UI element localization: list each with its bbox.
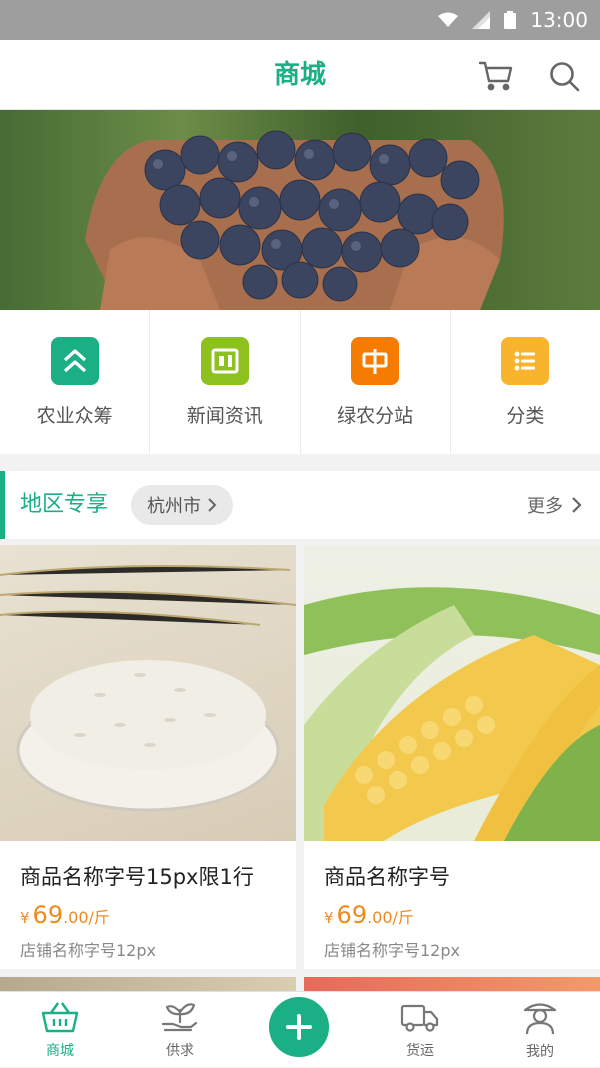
section-accent-bar — [0, 471, 5, 539]
shop-name: 店铺名称字号12px — [20, 941, 156, 960]
crowdfunding-icon — [50, 336, 99, 385]
price-decimal-unit: .00/斤 — [63, 908, 110, 927]
price-decimal-unit: .00/斤 — [367, 908, 414, 927]
more-label: 更多 — [527, 496, 563, 517]
wifi-icon — [438, 12, 459, 28]
clock-time: 13:00 — [530, 8, 588, 32]
category-icon — [501, 336, 550, 385]
quick-entry-substation[interactable]: 绿农分站 — [301, 310, 451, 454]
farmer-icon — [521, 999, 559, 1035]
product-card[interactable]: 商品名称字号15px限1行 ¥ 69 .00/斤 店铺名称字号12px — [0, 545, 296, 969]
quick-entry-label: 绿农分站 — [337, 404, 414, 427]
substation-icon — [351, 336, 400, 385]
city-label: 杭州市 — [147, 496, 201, 517]
cart-icon[interactable] — [478, 60, 514, 92]
chevron-right-icon — [571, 496, 582, 514]
tab-mall[interactable]: 商城 — [0, 992, 120, 1068]
publish-button[interactable] — [266, 994, 332, 1060]
quick-entry-label: 新闻资讯 — [186, 404, 263, 427]
tab-mine[interactable]: 我的 — [480, 992, 600, 1068]
plant-hand-icon — [161, 1000, 199, 1034]
shop-name: 店铺名称字号12px — [324, 941, 460, 960]
city-selector[interactable]: 杭州市 — [131, 485, 233, 525]
tab-label: 货运 — [406, 1043, 434, 1059]
price-currency: ¥ — [20, 909, 30, 927]
top-nav: 商城 — [0, 40, 600, 110]
product-image-rice — [0, 545, 296, 841]
tab-freight[interactable]: 货运 — [360, 992, 480, 1068]
product-card[interactable]: 商品名称字号 ¥ 69 .00/斤 店铺名称字号12px — [304, 545, 600, 969]
status-bar: 13:00 — [0, 0, 600, 40]
quick-entry-label: 农业众筹 — [36, 404, 113, 427]
banner-grapes-image[interactable] — [0, 110, 600, 310]
battery-icon — [504, 11, 517, 29]
tab-supply-demand[interactable]: 供求 — [120, 992, 240, 1068]
region-title: 地区专享 — [20, 492, 109, 517]
product-price: ¥ 69 .00/斤 — [324, 901, 414, 929]
product-price: ¥ 69 .00/斤 — [20, 901, 110, 929]
more-link[interactable]: 更多 — [527, 471, 582, 539]
news-icon — [200, 336, 249, 385]
search-icon[interactable] — [548, 60, 580, 92]
truck-icon — [400, 1000, 440, 1034]
quick-entry-category[interactable]: 分类 — [451, 310, 600, 454]
tab-label: 商城 — [46, 1043, 74, 1059]
price-integer: 69 — [32, 901, 64, 929]
signal-icon — [472, 11, 491, 29]
quick-entry-label: 分类 — [506, 404, 545, 427]
product-name: 商品名称字号 — [324, 865, 450, 889]
plus-icon — [285, 1013, 313, 1041]
chevron-right-icon — [207, 497, 217, 513]
region-section-header: 地区专享 杭州市 更多 — [0, 471, 600, 539]
tab-label: 供求 — [166, 1043, 194, 1059]
quick-entry-news[interactable]: 新闻资讯 — [150, 310, 301, 454]
product-image-corn — [304, 545, 600, 841]
quick-entry-row: 农业众筹 新闻资讯 绿农分站 分类 — [0, 310, 600, 454]
product-name: 商品名称字号15px限1行 — [20, 865, 254, 889]
basket-icon — [41, 1000, 79, 1034]
price-integer: 69 — [336, 901, 368, 929]
tab-label: 我的 — [526, 1044, 554, 1060]
quick-entry-crowdfunding[interactable]: 农业众筹 — [0, 310, 151, 454]
price-currency: ¥ — [324, 909, 334, 927]
